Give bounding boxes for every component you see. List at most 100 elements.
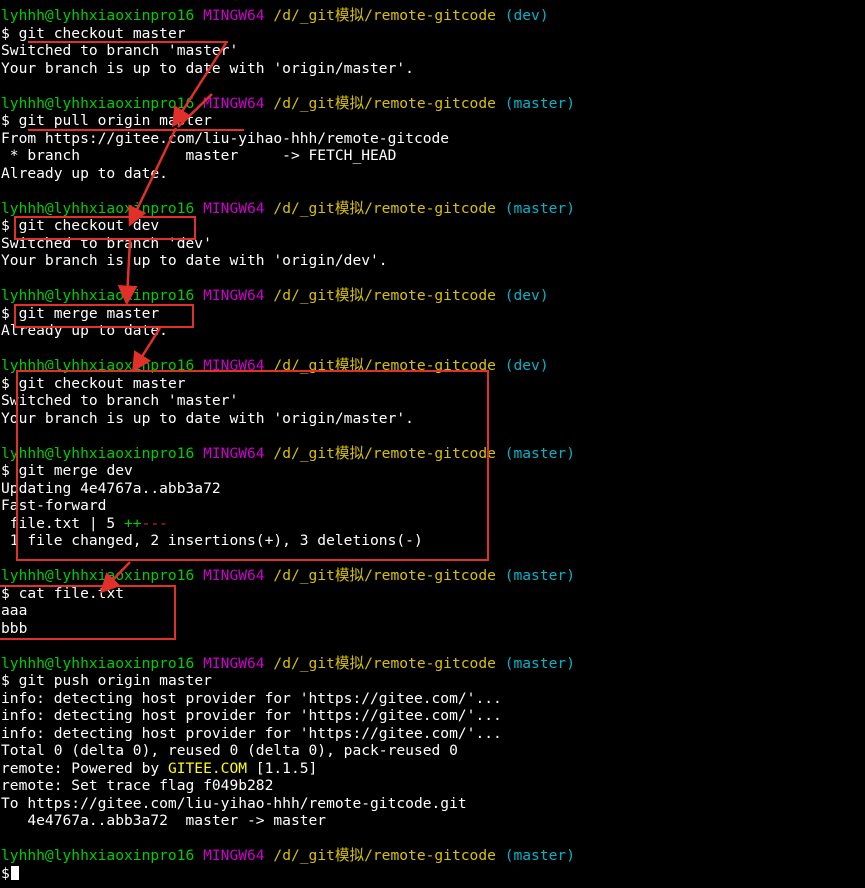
prompt-branch: (master) [504,199,575,217]
output-line: remote: Set trace flag f049b282 [1,777,273,795]
prompt-system: MINGW64 [203,287,265,304]
output-line: Your branch is up to date with 'origin/m… [1,410,414,428]
prompt-path: /d/_git模拟/remote-gitcode [273,94,496,112]
prompt-line: lyhhh@lyhhxiaoxinpro16 MINGW64 /d/_git模拟… [1,200,575,218]
diffstat-deletions: --- [141,514,168,532]
text-cursor [10,865,19,880]
output-line: Updating 4e4767a..abb3a72 [1,480,221,498]
command-line: $ git merge dev [1,462,133,480]
output-text: Your branch is up to date with 'origin/m… [1,409,414,427]
command-text: git merge master [18,304,160,322]
prompt-user-host: lyhhh@lyhhxiaoxinpro16 [1,654,195,672]
prompt-line: lyhhh@lyhhxiaoxinpro16 MINGW64 /d/_git模拟… [1,287,549,305]
output-line: Your branch is up to date with 'origin/d… [1,252,388,270]
output-text: Switched to branch 'master' [1,42,239,59]
output-line: Switched to branch 'master' [1,392,238,410]
prompt-dollar: $ [1,217,10,234]
command-text: git merge dev [18,462,133,479]
prompt-path: /d/_git模拟/remote-gitcode [273,847,496,864]
prompt-user-host: lyhhh@lyhhxiaoxinpro16 [1,567,195,584]
prompt-dollar: $ [1,584,10,602]
prompt-dollar: $ [1,672,10,689]
prompt-branch: (master) [504,444,575,462]
diffstat-line: file.txt | 5 ++--- [1,515,168,533]
output-text: bbb [1,619,28,637]
command-text: git checkout master [18,24,186,42]
prompt-dollar: $ [1,304,10,322]
output-line: Already up to date. [1,165,168,183]
output-text: aaa [1,602,28,619]
output-line: To https://gitee.com/liu-yihao-hhh/remot… [1,795,467,813]
prompt-path: /d/_git模拟/remote-gitcode [273,199,496,217]
command-text: git checkout dev [18,217,160,234]
diffstat-insertions: ++ [124,514,142,532]
command-line: $ cat file.txt [1,585,124,603]
prompt-line: lyhhh@lyhhxiaoxinpro16 MINGW64 /d/_git模拟… [1,445,575,463]
prompt-branch: (dev) [504,287,549,304]
prompt-branch: (master) [504,654,575,672]
command-text: git checkout master [18,374,186,392]
prompt-line: lyhhh@lyhhxiaoxinpro16 MINGW64 /d/_git模拟… [1,567,575,585]
output-line: bbb [1,620,27,638]
output-text: Switched to branch 'master' [1,392,239,409]
command-line: $ git merge master [1,305,159,323]
output-line: Fast-forward [1,497,106,515]
command-text: cat file.txt [18,584,125,602]
prompt-line: lyhhh@lyhhxiaoxinpro16 MINGW64 /d/_git模拟… [1,847,575,865]
input-line[interactable]: $ [1,865,19,883]
output-text: Already up to date. [1,164,168,182]
output-text: info: detecting host provider for 'https… [1,689,502,707]
command-line: $ git checkout master [1,25,186,43]
remote-brand: GITEE.COM [167,759,248,777]
prompt-path: /d/_git模拟/remote-gitcode [273,357,496,374]
prompt-line: lyhhh@lyhhxiaoxinpro16 MINGW64 /d/_git模拟… [1,7,549,25]
output-text: Already up to date. [1,322,168,339]
prompt-user-host: lyhhh@lyhhxiaoxinpro16 [1,847,195,864]
output-line: Your branch is up to date with 'origin/m… [1,60,414,78]
prompt-system: MINGW64 [203,444,265,462]
output-text: 4e4767a..abb3a72 master -> master [1,812,327,829]
prompt-path: /d/_git模拟/remote-gitcode [273,7,496,24]
output-line: 4e4767a..abb3a72 master -> master [1,812,326,830]
prompt-user-host: lyhhh@lyhhxiaoxinpro16 [1,357,195,374]
prompt-path: /d/_git模拟/remote-gitcode [273,444,496,462]
output-text: info: detecting host provider for 'https… [1,724,502,742]
prompt-system: MINGW64 [203,199,265,217]
output-text: remote: Set trace flag f049b282 [1,777,274,794]
output-text: Switched to branch 'dev' [1,234,212,252]
prompt-user-host: lyhhh@lyhhxiaoxinpro16 [1,199,195,217]
prompt-system: MINGW64 [203,94,265,112]
prompt-system: MINGW64 [203,357,265,374]
output-text: info: detecting host provider for 'https… [1,707,502,724]
output-line: Already up to date. [1,322,168,340]
prompt-system: MINGW64 [203,7,265,24]
prompt-system: MINGW64 [203,847,265,864]
output-text: [1.1.5] [247,759,318,777]
prompt-user-host: lyhhh@lyhhxiaoxinpro16 [1,7,195,24]
prompt-path: /d/_git模拟/remote-gitcode [273,654,496,672]
prompt-branch: (master) [504,567,575,584]
prompt-branch: (master) [504,847,575,864]
output-text: Updating 4e4767a..abb3a72 [1,479,221,497]
output-line: Switched to branch 'master' [1,42,238,60]
prompt-branch: (master) [504,94,575,112]
output-text: 1 file changed, 2 insertions(+), 3 delet… [1,532,423,549]
output-text: Total 0 (delta 0), reused 0 (delta 0), p… [1,742,458,759]
prompt-user-host: lyhhh@lyhhxiaoxinpro16 [1,444,195,462]
output-text: Fast-forward [1,497,107,514]
output-line: info: detecting host provider for 'https… [1,690,502,708]
output-text: * branch master -> FETCH_HEAD [1,147,397,164]
prompt-branch: (dev) [504,7,549,24]
prompt-line: lyhhh@lyhhxiaoxinpro16 MINGW64 /d/_git模拟… [1,357,549,375]
terminal-window[interactable]: lyhhh@lyhhxiaoxinpro16 MINGW64 /d/_git模拟… [0,0,865,888]
diffstat-file: file.txt | 5 [1,514,125,532]
prompt-system: MINGW64 [203,567,265,584]
prompt-path: /d/_git模拟/remote-gitcode [273,287,496,304]
prompt-dollar: $ [1,112,10,129]
output-line: aaa [1,602,27,620]
command-text: git pull origin master [18,112,212,129]
output-line: Switched to branch 'dev' [1,235,212,253]
output-text: remote: Powered by [1,759,168,777]
prompt-branch: (dev) [504,357,549,374]
output-text: Your branch is up to date with 'origin/m… [1,59,414,77]
